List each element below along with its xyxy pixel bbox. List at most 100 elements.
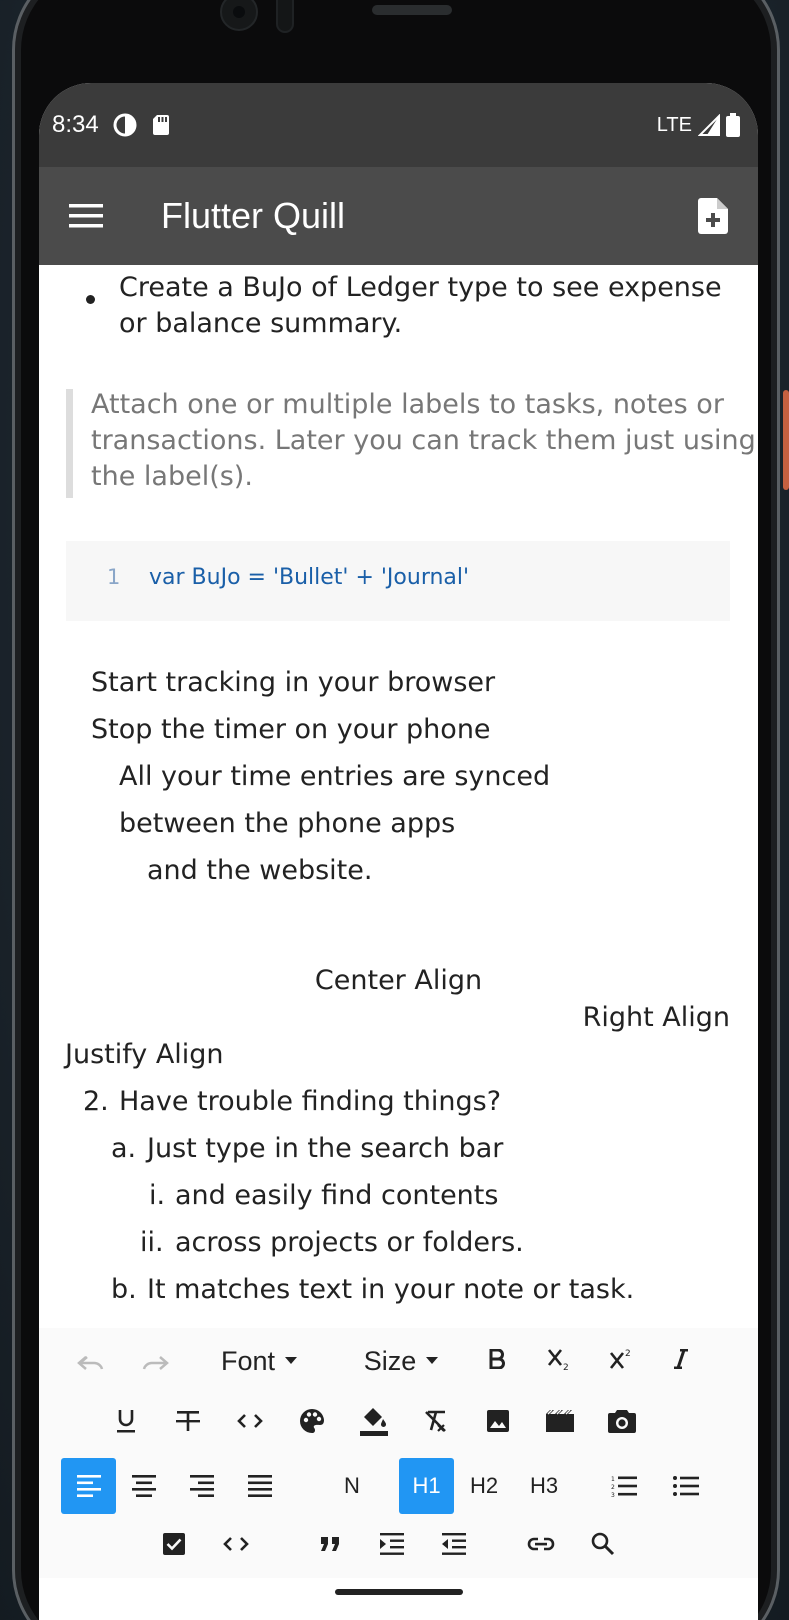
format-clear-icon [423, 1409, 449, 1433]
redo-icon [139, 1351, 169, 1371]
search-button[interactable] [580, 1521, 626, 1567]
clear-format-button[interactable] [413, 1398, 459, 1444]
bold-button[interactable] [475, 1336, 519, 1382]
subscript-button[interactable]: 2 [537, 1336, 581, 1382]
indent-increase-icon [380, 1533, 404, 1555]
fill-bucket-icon [360, 1406, 388, 1436]
heading-h2-button[interactable]: H2 [461, 1460, 507, 1512]
italic-icon [673, 1349, 689, 1369]
front-camera [220, 0, 258, 31]
right-align-text: Right Align [582, 1002, 730, 1033]
font-dropdown[interactable]: Font [209, 1338, 309, 1384]
indent-decrease-icon [442, 1533, 466, 1555]
checkbox-list-button[interactable] [151, 1521, 197, 1567]
search-icon [591, 1532, 615, 1556]
background-color-button[interactable] [351, 1398, 397, 1444]
new-document-button[interactable] [668, 167, 758, 265]
list-item-2: Have trouble finding things? [119, 1086, 502, 1117]
heading-h2-label: H2 [469, 1473, 499, 1498]
align-left-button[interactable] [61, 1458, 116, 1514]
undo-icon [77, 1351, 107, 1371]
camera-button[interactable] [599, 1398, 645, 1444]
italic-button[interactable] [659, 1336, 703, 1382]
align-center-button[interactable] [121, 1460, 167, 1512]
network-type: LTE [656, 113, 692, 136]
home-indicator[interactable] [335, 1589, 463, 1595]
numbered-list-icon: 123 [611, 1475, 637, 1497]
indent-line-2: Stop the timer on your phone [91, 714, 491, 745]
align-justify-icon [248, 1475, 272, 1497]
align-right-icon [190, 1475, 214, 1497]
status-right-group: LTE [657, 113, 740, 137]
list-item-b: It matches text in your note or task. [147, 1274, 635, 1305]
indent-line-1: Start tracking in your browser [91, 667, 496, 698]
palette-icon [299, 1408, 325, 1434]
undo-button[interactable] [69, 1338, 115, 1384]
blockquote-button[interactable] [307, 1521, 353, 1567]
code-line-text: var BuJo = 'Bullet' + 'Journal' [149, 565, 470, 590]
svg-text:2: 2 [563, 1363, 569, 1371]
size-dropdown[interactable]: Size [357, 1338, 445, 1384]
list-item-i: and easily find contents [175, 1180, 499, 1211]
screen: 8:34 LTE Flutter Quill Create a BuJo of … [39, 83, 758, 1620]
code-block-button[interactable] [213, 1521, 259, 1567]
heading-h3-button[interactable]: H3 [521, 1460, 567, 1512]
blockquote-bar [66, 389, 73, 498]
image-icon [486, 1409, 510, 1433]
inline-code-button[interactable] [227, 1398, 273, 1444]
new-document-icon [698, 198, 728, 234]
heading-h1-button[interactable]: H1 [399, 1458, 454, 1514]
menu-button[interactable] [41, 167, 131, 265]
superscript-button[interactable]: 2 [599, 1336, 643, 1382]
svg-text:3: 3 [611, 1492, 615, 1497]
align-right-button[interactable] [179, 1460, 225, 1512]
heading-normal-label: N [344, 1473, 360, 1498]
indent-increase-button[interactable] [369, 1521, 415, 1567]
insert-link-button[interactable] [518, 1521, 564, 1567]
data-saver-icon [113, 113, 137, 137]
align-center-icon [132, 1475, 156, 1497]
quote-line-3: the label(s). [91, 461, 253, 492]
svg-text:1: 1 [611, 1476, 615, 1483]
indent-line-3: All your time entries are synced [119, 761, 551, 792]
font-dropdown-label: Font [220, 1345, 276, 1376]
indent-decrease-button[interactable] [431, 1521, 477, 1567]
signal-icon [698, 114, 720, 136]
svg-text:2: 2 [611, 1484, 615, 1491]
list-num-b: b. [111, 1274, 137, 1305]
bullet-line-1: Create a BuJo of Ledger type to see expe… [119, 272, 722, 303]
underline-button[interactable] [103, 1398, 149, 1444]
text-color-button[interactable] [289, 1398, 335, 1444]
code-icon [223, 1536, 249, 1552]
svg-text:2: 2 [625, 1349, 631, 1359]
bullet-list-button[interactable] [663, 1460, 709, 1512]
center-align-text: Center Align [314, 965, 483, 996]
list-num-ii: ii. [140, 1227, 164, 1258]
code-icon [237, 1413, 263, 1429]
insert-video-button[interactable] [537, 1398, 583, 1444]
movie-icon [546, 1410, 574, 1432]
app-title: Flutter Quill [161, 195, 346, 236]
numbered-list-button[interactable]: 123 [601, 1460, 647, 1512]
align-justify-button[interactable] [237, 1460, 283, 1512]
side-button [783, 390, 789, 490]
list-item-a: Just type in the search bar [147, 1133, 504, 1164]
earpiece-speaker [372, 5, 452, 15]
list-num-i: i. [149, 1180, 166, 1211]
link-icon [527, 1537, 555, 1551]
quote-icon [320, 1537, 340, 1551]
strikethrough-button[interactable] [165, 1398, 211, 1444]
subscript-icon: 2 [547, 1347, 571, 1371]
redo-button[interactable] [131, 1338, 177, 1384]
caret-down-icon [426, 1357, 439, 1365]
formatting-toolbar: Font Size 2 2 N H1 H2 H3 1 2 3 [39, 1328, 758, 1578]
heading-normal-button[interactable]: N [329, 1460, 375, 1512]
editor-content[interactable]: Create a BuJo of Ledger type to see expe… [39, 265, 758, 1411]
app-bar: Flutter Quill [39, 167, 758, 265]
insert-image-button[interactable] [475, 1398, 521, 1444]
sd-card-icon [149, 113, 173, 137]
proximity-sensor [276, 0, 294, 33]
justify-align-text: Justify Align [65, 1039, 224, 1070]
size-dropdown-label: Size [363, 1345, 417, 1376]
battery-icon [726, 113, 740, 137]
